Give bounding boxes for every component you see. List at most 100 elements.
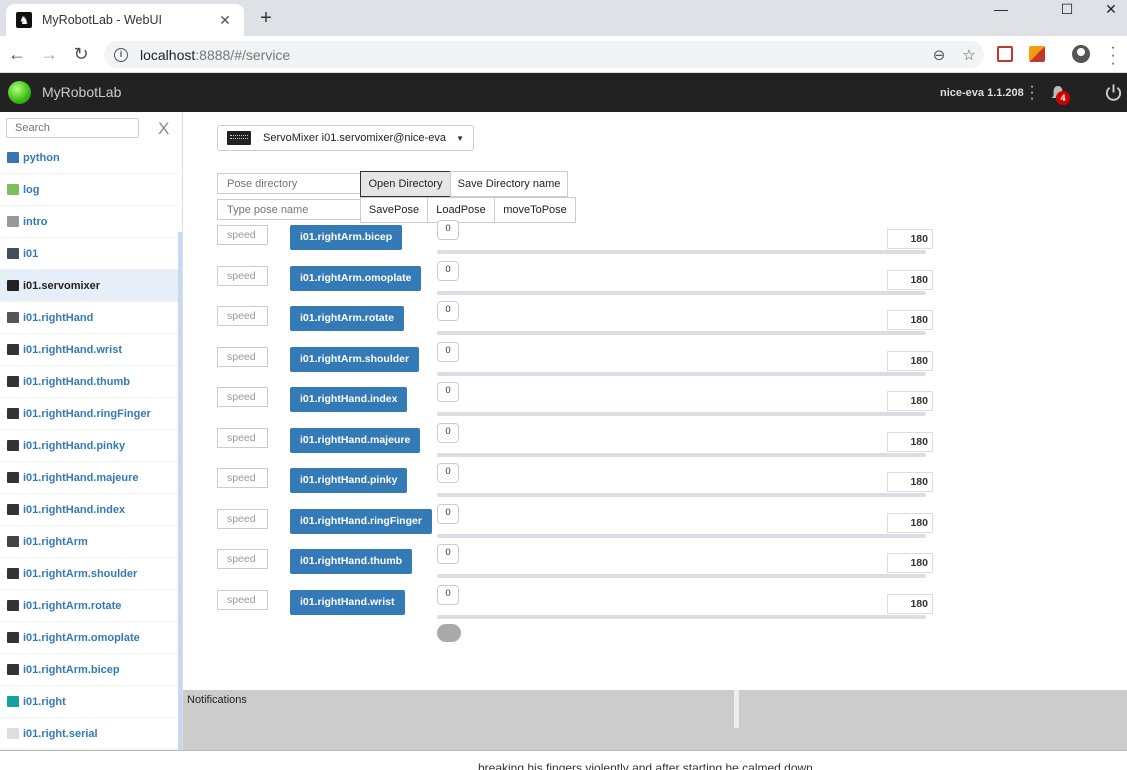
sidebar-scrollbar[interactable] (178, 232, 182, 750)
sidebar-item[interactable]: i01.right.serial (0, 718, 178, 750)
slider-max-value[interactable]: 180 (887, 229, 933, 249)
speed-input[interactable]: speed (217, 387, 268, 407)
power-icon[interactable] (1104, 83, 1123, 102)
slider-min-handle[interactable]: 0 (437, 341, 459, 362)
servo-slider-track[interactable] (437, 614, 926, 619)
speed-input[interactable]: speed (217, 225, 268, 245)
minimize-icon[interactable]: — (978, 0, 1024, 18)
toggle-pill[interactable] (437, 624, 461, 642)
save-pose-button[interactable]: SavePose (360, 197, 428, 223)
browser-menu-icon[interactable]: · · · (1108, 40, 1118, 72)
more-vertical-icon[interactable]: · · · (1029, 79, 1035, 107)
sidebar-item[interactable]: i01.rightArm.shoulder (0, 558, 178, 590)
profile-avatar-icon[interactable] (1072, 45, 1090, 63)
save-directory-name-button[interactable]: Save Directory name (450, 171, 568, 197)
zoom-out-icon[interactable]: ⊖ (924, 46, 954, 64)
slider-max-value[interactable]: 180 (887, 269, 933, 290)
speed-input[interactable]: speed (217, 589, 268, 610)
speed-input[interactable]: speed (217, 265, 268, 286)
browser-tab[interactable]: ♞ MyRobotLab - WebUI ✕ (6, 4, 244, 36)
sidebar-item[interactable]: i01 (0, 238, 178, 270)
notifications-divider[interactable] (734, 690, 739, 728)
speed-input[interactable]: speed (217, 306, 268, 326)
servo-name-button[interactable]: i01.rightHand.wrist (290, 589, 405, 615)
speed-input[interactable]: speed (217, 427, 268, 448)
servo-name-button[interactable]: i01.rightArm.rotate (290, 306, 404, 331)
bookmark-star-icon[interactable]: ☆ (954, 46, 984, 64)
slider-max-value[interactable]: 180 (887, 431, 933, 452)
pdf-extension-icon[interactable] (997, 46, 1013, 62)
info-icon[interactable]: i (114, 47, 128, 62)
servo-slider-track[interactable] (437, 574, 926, 578)
slider-max-value[interactable]: 180 (887, 553, 933, 573)
servo-slider-track[interactable] (437, 290, 926, 295)
servo-slider-track[interactable] (437, 493, 926, 497)
sidebar-item[interactable]: i01.rightHand.wrist (0, 334, 178, 366)
new-tab-button[interactable]: + (256, 6, 276, 30)
servo-slider-track[interactable] (437, 371, 926, 376)
speed-input[interactable]: speed (217, 549, 268, 569)
speed-input[interactable]: speed (217, 468, 268, 488)
pose-directory-input[interactable] (217, 173, 361, 194)
address-bar[interactable]: i localhost:8888/#/service ⊖ ☆ (104, 41, 984, 68)
service-select[interactable]: ServoMixer i01.servomixer@nice-eva ▼ (217, 125, 474, 151)
slider-max-value[interactable]: 180 (887, 391, 933, 411)
window-close-icon[interactable]: ✕ (1088, 0, 1127, 18)
servo-name-button[interactable]: i01.rightHand.thumb (290, 549, 413, 574)
sidebar-item[interactable]: i01.rightArm.bicep (0, 654, 178, 686)
speed-input[interactable]: speed (217, 508, 268, 529)
servo-slider-track[interactable] (437, 533, 926, 538)
servo-name-button[interactable]: i01.rightHand.pinky (290, 468, 408, 493)
slider-min-handle[interactable]: 0 (437, 584, 459, 605)
slider-max-value[interactable]: 180 (887, 350, 933, 371)
servo-name-button[interactable]: i01.rightArm.shoulder (290, 346, 420, 372)
sidebar-search-input[interactable] (6, 118, 139, 138)
sidebar-item[interactable]: i01.rightHand.majeure (0, 462, 178, 494)
slider-max-value[interactable]: 180 (887, 310, 933, 330)
sidebar-item[interactable]: i01.rightHand.ringFinger (0, 398, 178, 430)
reload-icon[interactable]: ↻ (70, 43, 92, 65)
slider-max-value[interactable]: 180 (887, 593, 933, 614)
slider-min-handle[interactable]: 0 (437, 544, 459, 564)
slider-min-handle[interactable]: 0 (437, 220, 459, 240)
servo-name-button[interactable]: i01.rightHand.index (290, 387, 408, 412)
slider-min-handle[interactable]: 0 (437, 503, 459, 524)
sidebar-item[interactable]: intro (0, 206, 178, 238)
servo-name-button[interactable]: i01.rightArm.bicep (290, 225, 403, 250)
servo-slider-track[interactable] (437, 452, 926, 457)
move-to-pose-button[interactable]: moveToPose (494, 197, 576, 223)
extension-icon[interactable] (1029, 46, 1045, 62)
servo-slider-track[interactable] (437, 412, 926, 416)
sidebar-item[interactable]: i01.rightHand.thumb (0, 366, 178, 398)
servo-slider-track[interactable] (437, 250, 926, 254)
slider-min-handle[interactable]: 0 (437, 382, 459, 402)
slider-min-handle[interactable]: 0 (437, 301, 459, 321)
close-tab-icon[interactable]: ✕ (216, 12, 234, 29)
robot-status-logo-icon[interactable] (8, 81, 31, 104)
sidebar-item[interactable]: i01.right (0, 686, 178, 718)
sidebar-item[interactable]: i01.rightArm (0, 526, 178, 558)
servo-name-button[interactable]: i01.rightArm.omoplate (290, 265, 422, 291)
forward-arrow-icon[interactable]: → (38, 43, 60, 65)
servo-slider-track[interactable] (437, 331, 926, 335)
slider-max-value[interactable]: 180 (887, 512, 933, 533)
sidebar-item[interactable]: log (0, 174, 178, 206)
sidebar-item[interactable]: python (0, 142, 178, 174)
sidebar-item[interactable]: i01.servomixer (0, 270, 178, 302)
clear-search-icon[interactable]: X (158, 120, 169, 138)
back-arrow-icon[interactable]: ← (6, 43, 28, 65)
maximize-icon[interactable]: ☐ (1044, 0, 1090, 18)
open-directory-button[interactable]: Open Directory (360, 171, 451, 197)
slider-min-handle[interactable]: 0 (437, 260, 459, 281)
sidebar-item[interactable]: i01.rightHand.index (0, 494, 178, 526)
speed-input[interactable]: speed (217, 346, 268, 367)
app-brand[interactable]: MyRobotLab (42, 84, 121, 100)
servo-name-button[interactable]: i01.rightHand.ringFinger (290, 508, 432, 534)
url-text[interactable]: localhost:8888/#/service (140, 47, 924, 63)
slider-max-value[interactable]: 180 (887, 472, 933, 492)
slider-min-handle[interactable]: 0 (437, 422, 459, 443)
sidebar-item[interactable]: i01.rightHand.pinky (0, 430, 178, 462)
load-pose-button[interactable]: LoadPose (427, 197, 495, 223)
slider-min-handle[interactable]: 0 (437, 463, 459, 483)
servo-name-button[interactable]: i01.rightHand.majeure (290, 427, 421, 453)
